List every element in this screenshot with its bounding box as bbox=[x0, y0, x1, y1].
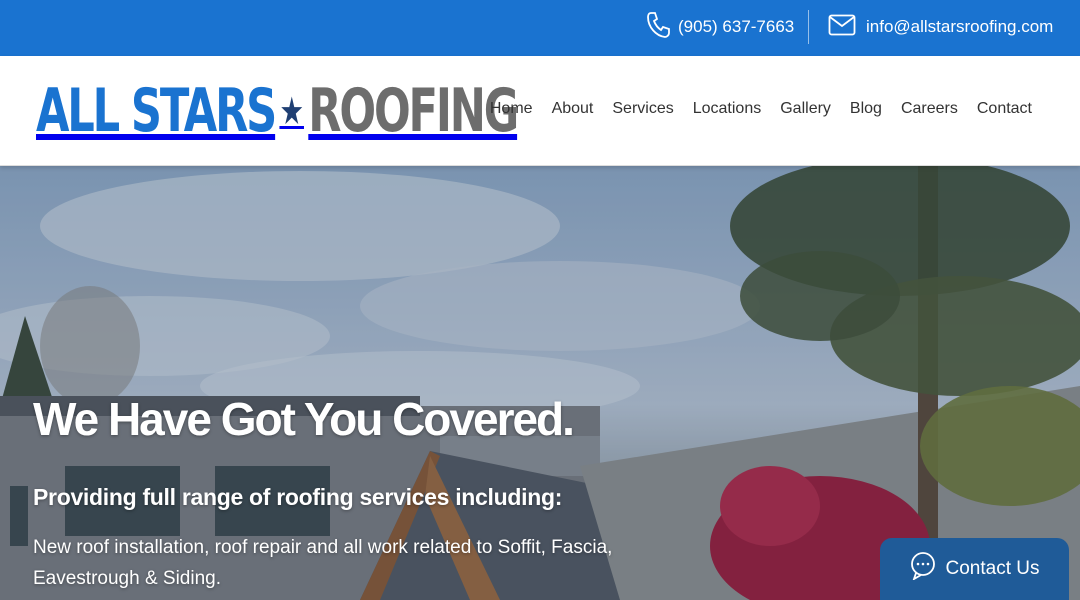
topbar-divider bbox=[808, 10, 809, 44]
contact-us-label: Contact Us bbox=[945, 558, 1040, 579]
site-header: ALL STARS ★ ROOFING Home About Services … bbox=[0, 56, 1080, 166]
nav-item-home[interactable]: Home bbox=[490, 100, 533, 118]
main-nav: Home About Services Locations Gallery Bl… bbox=[490, 100, 1032, 118]
hero-subheading: Providing full range of roofing services… bbox=[33, 484, 563, 510]
nav-item-contact[interactable]: Contact bbox=[977, 100, 1032, 118]
top-contact-bar: (905) 637-7663 info@allstarsroofing.com bbox=[0, 0, 1080, 56]
logo-text-secondary: ROOFING bbox=[308, 76, 519, 146]
site-logo[interactable]: ALL STARS ★ ROOFING bbox=[36, 76, 519, 146]
nav-item-locations[interactable]: Locations bbox=[693, 100, 762, 118]
email-address: info@allstarsroofing.com bbox=[866, 17, 1054, 36]
star-icon: ★ bbox=[279, 89, 304, 133]
mail-icon bbox=[828, 14, 856, 41]
nav-item-careers[interactable]: Careers bbox=[901, 100, 958, 118]
hero-description: New roof installation, roof repair and a… bbox=[33, 537, 613, 589]
nav-item-services[interactable]: Services bbox=[612, 100, 673, 118]
hero-section: We Have Got You Covered. Providing full … bbox=[0, 166, 1080, 600]
contact-us-button[interactable]: Contact Us bbox=[880, 538, 1069, 600]
chat-bubble-icon bbox=[910, 552, 936, 586]
nav-item-gallery[interactable]: Gallery bbox=[780, 100, 831, 118]
logo-text-primary: ALL STARS bbox=[36, 76, 277, 146]
phone-number: (905) 637-7663 bbox=[678, 17, 795, 36]
nav-item-about[interactable]: About bbox=[552, 100, 594, 118]
nav-item-blog[interactable]: Blog bbox=[850, 100, 882, 118]
email-link[interactable]: info@allstarsroofing.com bbox=[828, 12, 1053, 42]
hero-heading: We Have Got You Covered. bbox=[33, 393, 575, 445]
phone-link[interactable]: (905) 637-7663 bbox=[646, 11, 795, 44]
phone-icon bbox=[646, 11, 670, 44]
